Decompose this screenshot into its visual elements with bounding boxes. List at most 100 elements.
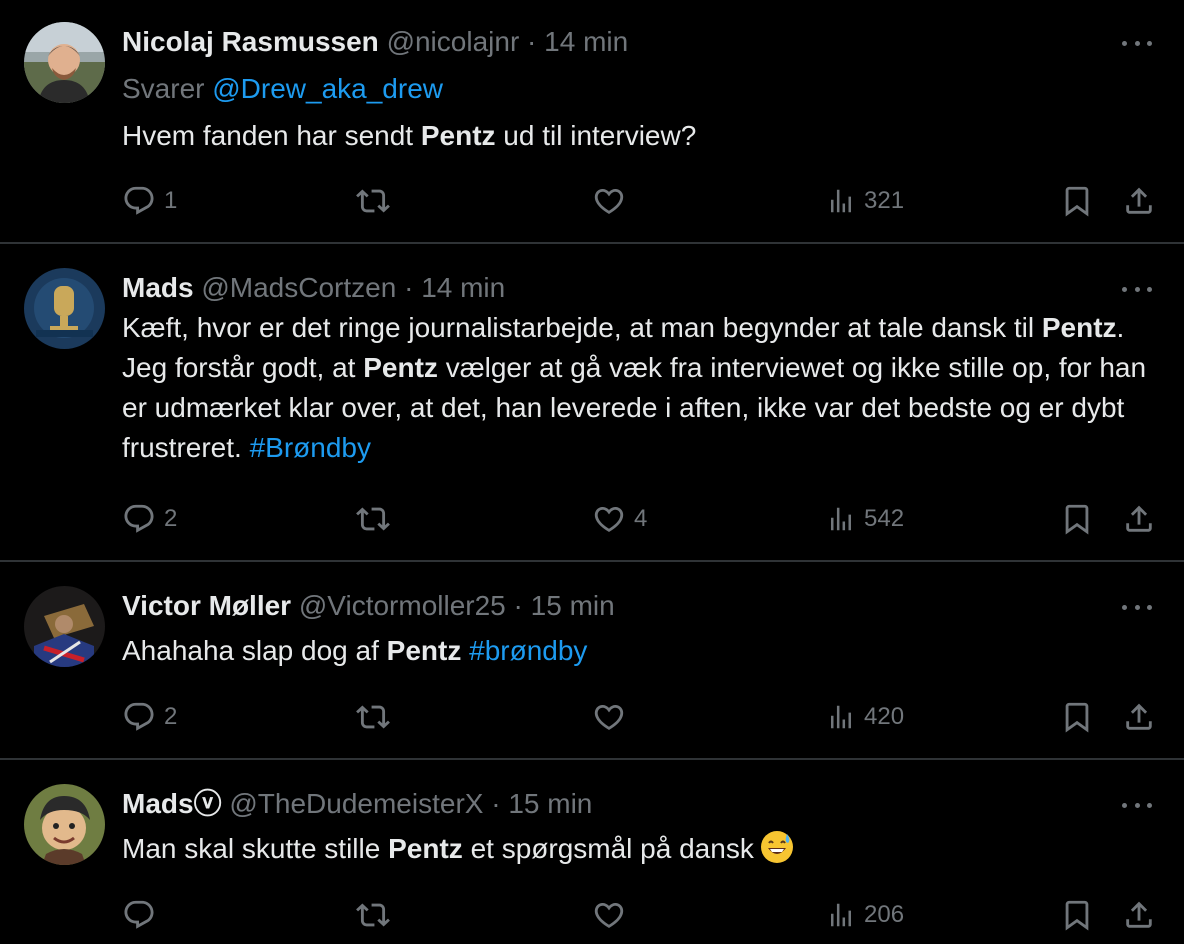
views-icon	[826, 186, 856, 216]
separator: ·	[513, 590, 523, 621]
reply-icon	[122, 700, 156, 734]
hashtag-link[interactable]: #Brøndby	[250, 432, 371, 463]
bookmark-button[interactable]	[1060, 184, 1094, 218]
hashtag-link[interactable]: #brøndby	[469, 635, 587, 666]
reply-icon	[122, 502, 156, 536]
display-name[interactable]: Nicolaj Rasmussen	[122, 26, 379, 57]
timestamp[interactable]: 14 min	[544, 26, 628, 57]
bookmark-button[interactable]	[1060, 898, 1094, 932]
bookmark-icon	[1060, 700, 1094, 734]
reply-count: 2	[164, 505, 178, 532]
like-count: 4	[634, 505, 648, 532]
display-name[interactable]: Madsⓥ	[122, 788, 222, 819]
reply-feed: Nicolaj Rasmussen @nicolajnr · 14 min Sv…	[0, 0, 1184, 944]
reply-button[interactable]	[122, 898, 164, 932]
timestamp[interactable]: 15 min	[508, 788, 592, 819]
more-button[interactable]	[1120, 790, 1154, 820]
tweet-header: Victor Møller @Victormoller25 · 15 min	[122, 586, 1154, 626]
reply-icon	[122, 184, 156, 218]
reply-button[interactable]: 1	[122, 184, 177, 218]
retweet-button[interactable]	[356, 700, 398, 734]
views-button[interactable]: 420	[826, 702, 904, 732]
views-count: 542	[864, 505, 905, 532]
highlight-text: Pentz	[363, 352, 438, 383]
tweet-text: Ahahaha slap dog af Pentz #brøndby	[122, 631, 1154, 671]
bookmark-button[interactable]	[1060, 502, 1094, 536]
tweet-actions: 2 4 542	[0, 494, 1184, 544]
display-name[interactable]: Victor Møller	[122, 590, 291, 621]
reply-to-link[interactable]: @Drew_aka_drew	[212, 73, 443, 104]
views-icon	[826, 702, 856, 732]
views-button[interactable]: 206	[826, 900, 904, 930]
views-count: 321	[864, 187, 905, 214]
like-button[interactable]: 4	[592, 502, 647, 536]
share-button[interactable]	[1122, 502, 1156, 536]
highlight-text: Pentz	[388, 833, 463, 864]
tweet-actions: 206	[0, 890, 1184, 940]
username[interactable]: @nicolajnr	[387, 26, 520, 57]
reply-icon	[122, 898, 156, 932]
views-count: 420	[864, 703, 905, 730]
tweet-header: Madsⓥ @TheDudemeisterX · 15 min	[122, 784, 1154, 824]
share-button[interactable]	[1122, 700, 1156, 734]
text-run: Kæft, hvor er det ringe journalistarbejd…	[122, 312, 1042, 343]
separator: ·	[527, 26, 537, 57]
separator: ·	[491, 788, 501, 819]
sweat-smile-emoji	[760, 830, 794, 864]
tweet-actions: 1 321	[0, 176, 1184, 226]
username[interactable]: @TheDudemeisterX	[229, 788, 483, 819]
username[interactable]: @Victormoller25	[299, 590, 506, 621]
retweet-button[interactable]	[356, 184, 398, 218]
share-button[interactable]	[1122, 898, 1156, 932]
views-button[interactable]: 321	[826, 186, 904, 216]
tweet[interactable]: Victor Møller @Victormoller25 · 15 min A…	[0, 562, 1184, 758]
reply-button[interactable]: 2	[122, 700, 177, 734]
views-button[interactable]: 542	[826, 504, 904, 534]
reply-prefix: Svarer	[122, 73, 213, 104]
retweet-icon	[356, 184, 390, 218]
reply-count: 1	[164, 187, 178, 214]
tweet[interactable]: Mads @MadsCortzen · 14 min Kæft, hvor er…	[0, 244, 1184, 560]
display-name[interactable]: Mads	[122, 272, 194, 303]
views-count: 206	[864, 901, 905, 928]
highlight-text: Pentz	[420, 120, 496, 151]
more-button[interactable]	[1120, 28, 1154, 58]
username[interactable]: @MadsCortzen	[201, 272, 396, 303]
like-button[interactable]	[592, 898, 634, 932]
avatar[interactable]	[24, 268, 105, 349]
share-icon	[1122, 502, 1156, 536]
separator: ·	[404, 272, 414, 303]
share-icon	[1122, 184, 1156, 218]
share-button[interactable]	[1122, 184, 1156, 218]
retweet-icon	[356, 502, 390, 536]
more-button[interactable]	[1120, 592, 1154, 622]
tweet[interactable]: Nicolaj Rasmussen @nicolajnr · 14 min Sv…	[0, 0, 1184, 243]
avatar[interactable]	[24, 22, 105, 103]
share-icon	[1122, 700, 1156, 734]
timestamp[interactable]: 14 min	[421, 272, 505, 303]
views-icon	[826, 900, 856, 930]
tweet-text: Kæft, hvor er det ringe journalistarbejd…	[122, 308, 1154, 468]
views-icon	[826, 504, 856, 534]
text-run: Man skal skutte stille	[122, 833, 389, 864]
like-button[interactable]	[592, 184, 634, 218]
like-button[interactable]	[592, 700, 634, 734]
heart-icon	[592, 700, 626, 734]
bookmark-button[interactable]	[1060, 700, 1094, 734]
more-icon	[1122, 802, 1127, 808]
reply-button[interactable]: 2	[122, 502, 177, 536]
retweet-icon	[356, 700, 390, 734]
timestamp[interactable]: 15 min	[531, 590, 615, 621]
tweet[interactable]: Madsⓥ @TheDudemeisterX · 15 min Man skal…	[0, 760, 1184, 944]
retweet-button[interactable]	[356, 502, 398, 536]
retweet-icon	[356, 898, 390, 932]
more-button[interactable]	[1120, 274, 1154, 304]
text-run	[461, 635, 469, 666]
heart-icon	[592, 898, 626, 932]
avatar[interactable]	[24, 586, 105, 667]
text-run: Hvem fanden har sendt	[122, 120, 421, 151]
text-run: Ahahaha slap dog af	[122, 635, 387, 666]
retweet-button[interactable]	[356, 898, 398, 932]
text-run: et spørgsmål på dansk	[462, 833, 754, 864]
avatar[interactable]	[24, 784, 105, 865]
